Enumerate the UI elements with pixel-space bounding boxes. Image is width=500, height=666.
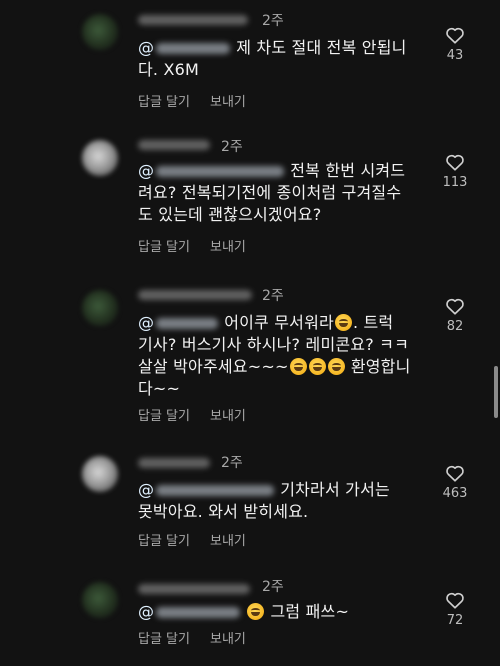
like-count: 113 <box>442 175 468 190</box>
send-button[interactable]: 보내기 <box>210 534 246 549</box>
username-blurred[interactable] <box>138 290 252 300</box>
like-button[interactable]: 72 <box>440 591 470 628</box>
avatar[interactable] <box>82 290 118 326</box>
avatar[interactable] <box>82 582 118 618</box>
like-count: 72 <box>446 613 464 628</box>
like-button[interactable]: 82 <box>440 297 470 334</box>
comment-actions: 답글 달기 보내기 <box>138 405 266 424</box>
like-button[interactable]: 463 <box>440 464 470 501</box>
reply-button[interactable]: 답글 달기 <box>138 95 190 110</box>
comment-text: @ 전복 한번 시켜드 려요? 전복되기전에 종이처럼 구겨질수 도 있는데 괜찮… <box>138 161 406 224</box>
reply-button[interactable]: 답글 달기 <box>138 240 190 255</box>
mention-link[interactable]: @ <box>138 38 236 57</box>
like-button[interactable]: 43 <box>440 26 470 63</box>
grinning-sweat-emoji-icon <box>308 358 326 375</box>
comment-time: 2주 <box>262 13 284 29</box>
reply-button[interactable]: 답글 달기 <box>138 409 190 424</box>
like-count: 82 <box>446 319 464 334</box>
comment-time: 2주 <box>221 455 243 471</box>
avatar[interactable] <box>82 456 118 492</box>
reply-button[interactable]: 답글 달기 <box>138 534 190 549</box>
like-count: 43 <box>446 48 464 63</box>
reply-button[interactable]: 답글 달기 <box>138 632 190 647</box>
mention-link[interactable]: @ <box>138 161 290 180</box>
like-button[interactable]: 113 <box>440 153 470 190</box>
grinning-sweat-emoji-icon <box>247 603 265 620</box>
comment-text: @ 제 차도 절대 전복 안됩니 다. X6M <box>138 38 407 79</box>
username-blurred[interactable] <box>138 15 248 25</box>
comment-text: @ 기차라서 가서는 못박아요. 와서 받히세요. <box>138 480 390 521</box>
comment-actions: 답글 달기 보내기 <box>138 530 266 549</box>
mention-link[interactable]: @ <box>138 602 246 621</box>
grinning-sweat-emoji-icon <box>334 314 352 331</box>
send-button[interactable]: 보내기 <box>210 95 246 110</box>
comment-actions: 답글 달기 보내기 <box>138 628 266 647</box>
comment-actions: 답글 달기 보내기 <box>138 91 266 110</box>
like-count: 463 <box>442 486 468 501</box>
send-button[interactable]: 보내기 <box>210 409 246 424</box>
username-blurred[interactable] <box>138 140 210 150</box>
username-blurred[interactable] <box>138 584 250 594</box>
heart-outline-icon <box>446 298 464 315</box>
mention-link[interactable]: @ <box>138 480 280 499</box>
send-button[interactable]: 보내기 <box>210 632 246 647</box>
scrollbar-thumb[interactable] <box>494 366 498 418</box>
comment-time: 2주 <box>262 288 284 304</box>
comment-time: 2주 <box>262 579 284 595</box>
heart-outline-icon <box>446 592 464 609</box>
heart-outline-icon <box>446 27 464 44</box>
send-button[interactable]: 보내기 <box>210 240 246 255</box>
comment-text: @ 그럼 패쓰~ <box>138 602 350 621</box>
avatar[interactable] <box>82 14 118 50</box>
avatar[interactable] <box>82 140 118 176</box>
mention-link[interactable]: @ <box>138 313 224 332</box>
heart-outline-icon <box>446 465 464 482</box>
heart-outline-icon <box>446 154 464 171</box>
grinning-sweat-emoji-icon <box>289 358 307 375</box>
comment-time: 2주 <box>221 139 243 155</box>
comment-actions: 답글 달기 보내기 <box>138 236 266 255</box>
comment-text: @ 어이쿠 무서워라. 트럭 기사? 버스기사 하시나? 레미콘요? ㅋㅋ 살살 … <box>138 313 411 398</box>
username-blurred[interactable] <box>138 458 210 468</box>
grinning-sweat-emoji-icon <box>327 358 345 375</box>
